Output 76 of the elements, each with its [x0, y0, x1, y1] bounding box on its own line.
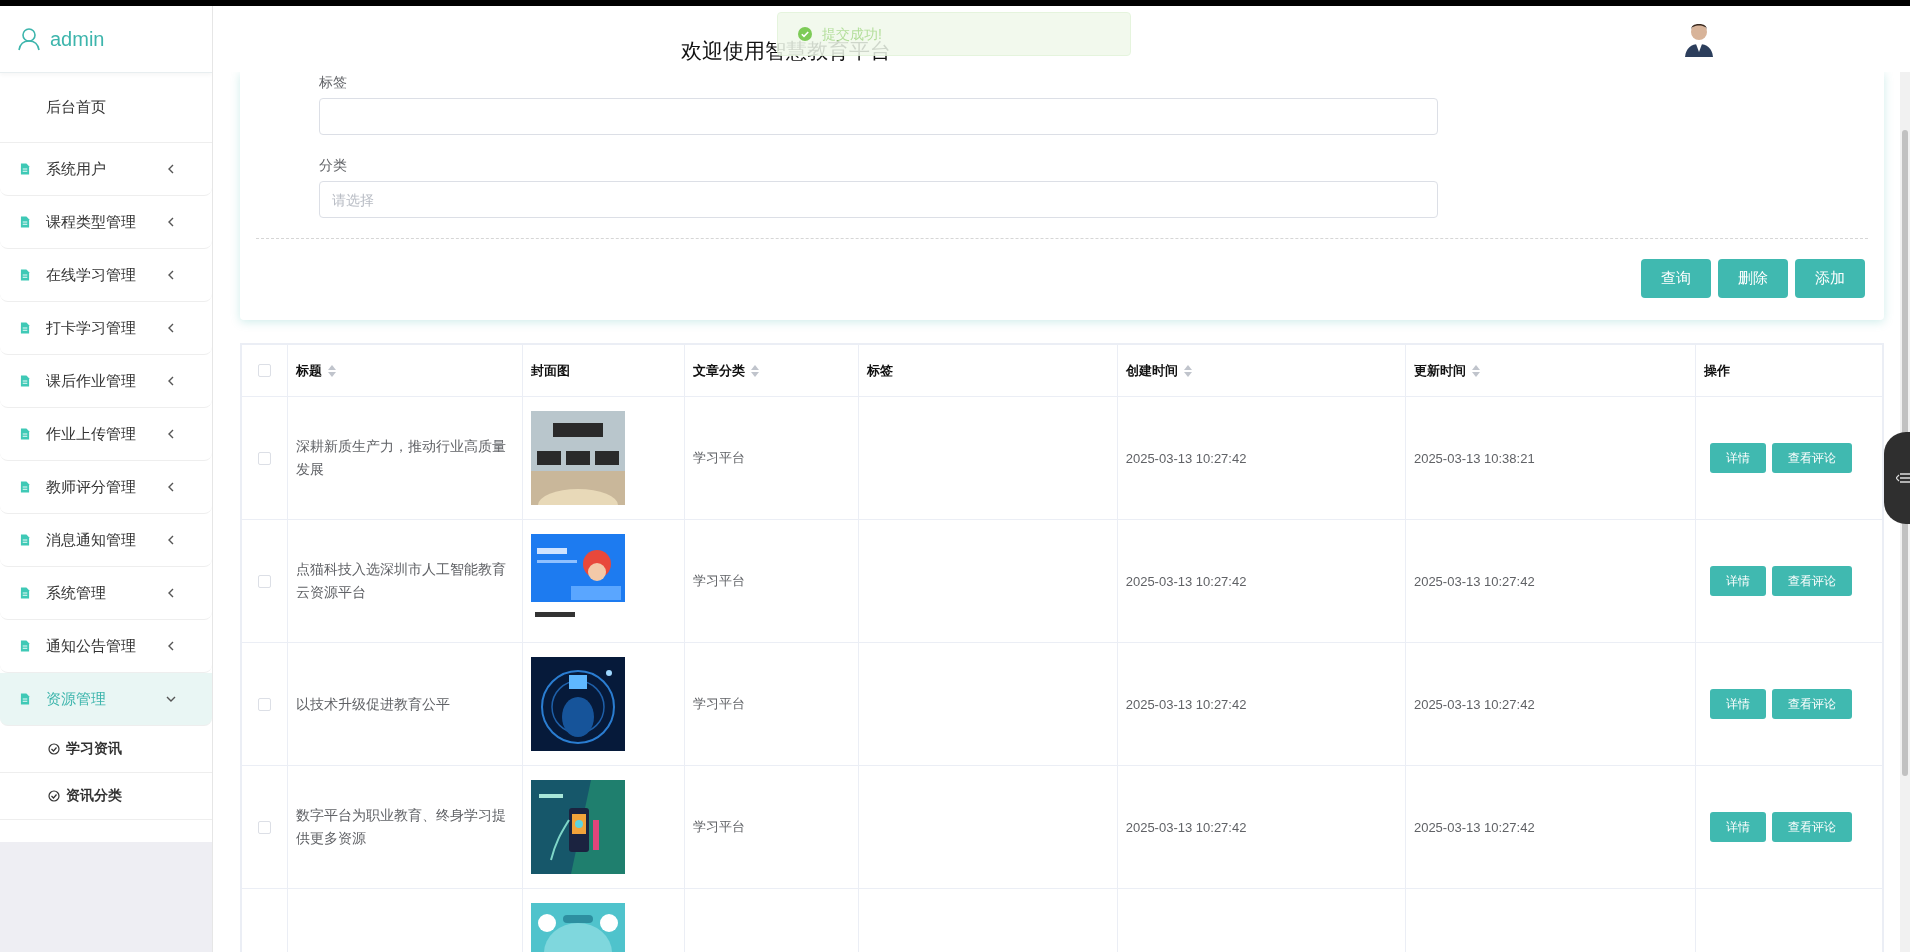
field-label: 标签 — [319, 73, 348, 92]
page-title: 欢迎使用智慧教育平台 — [681, 40, 891, 62]
table-cell: 以技术升级促进教育公平 — [287, 642, 523, 766]
document-icon — [20, 481, 30, 493]
chevron-left-icon — [166, 217, 176, 227]
chevron-left-icon — [166, 641, 176, 651]
select-all-checkbox[interactable] — [258, 364, 272, 377]
table-cell: 深耕新质生产力，推动行业高质量发展 — [287, 396, 523, 520]
column-header: 更新时间 — [1413, 361, 1466, 380]
submenu-item[interactable]: 学习资讯 — [0, 726, 212, 773]
chevron-left-icon — [166, 429, 176, 439]
table-cell: 学习平台 — [684, 765, 859, 889]
column-header: 创建时间 — [1125, 361, 1178, 380]
table-cell: 2025-03-13 10:27:42 — [1405, 642, 1696, 766]
column-header: 操作 — [1695, 344, 1883, 397]
input-field[interactable] — [319, 98, 1438, 135]
table-cell: 2025-03-13 10:27:42 — [1405, 765, 1696, 889]
table-cell: 2025-03-13 10:38:21 — [1405, 396, 1696, 520]
column-header: 封面图 — [522, 344, 685, 397]
table-cell: 2025-03-13 10:27:42 — [1117, 642, 1406, 766]
document-icon — [20, 322, 30, 334]
table-cell: 学习平台 — [684, 396, 859, 520]
side-toggle-tab[interactable] — [1884, 432, 1910, 524]
table-cell: 2025-03-13 10:27:42 — [1405, 519, 1696, 643]
menu-item[interactable]: 系统管理 — [0, 567, 212, 620]
document-icon — [20, 163, 30, 175]
document-icon — [20, 375, 30, 387]
row-checkbox[interactable] — [258, 697, 272, 711]
table-cell: 2025-03-13 10:27:42 — [1117, 396, 1406, 520]
field-label: 分类 — [319, 156, 348, 175]
chevron-left-icon — [166, 482, 176, 492]
column-header: 文章分类 — [692, 361, 745, 380]
avatar — [1684, 21, 1714, 57]
menu-item[interactable]: 后台首页 — [0, 73, 212, 143]
menu-item[interactable]: 作业上传管理 — [0, 408, 212, 461]
chevron-left-icon — [166, 535, 176, 545]
document-icon — [20, 587, 30, 599]
column-header: 标签 — [858, 344, 1118, 397]
table-cell: 点猫科技入选深圳市人工智能教育云资源平台 — [287, 519, 523, 643]
column-header: 标题 — [296, 361, 323, 380]
check-circle-icon — [48, 743, 60, 755]
menu-item[interactable]: 系统用户 — [0, 143, 212, 196]
success-icon — [798, 27, 812, 41]
document-icon — [20, 269, 30, 281]
table-cell: 数字平台为职业教育、终身学习提供更多资源 — [287, 765, 523, 889]
row-checkbox[interactable] — [258, 451, 272, 465]
table-cell: 2025-03-13 10:27:42 — [1117, 519, 1406, 643]
user-icon — [18, 27, 40, 51]
chevron-left-icon — [166, 376, 176, 386]
menu-item[interactable]: 教师评分管理 — [0, 461, 212, 514]
document-icon — [20, 428, 30, 440]
select-field[interactable]: 请选择 — [319, 181, 1438, 218]
document-icon — [20, 534, 30, 546]
chevron-left-icon — [166, 270, 176, 280]
user-name: admin — [50, 27, 105, 51]
document-icon — [20, 693, 30, 705]
menu-item[interactable]: 课后作业管理 — [0, 355, 212, 408]
menu-item[interactable]: 课程类型管理 — [0, 196, 212, 249]
document-icon — [20, 216, 30, 228]
menu-item[interactable]: 在线学习管理 — [0, 249, 212, 302]
document-icon — [20, 640, 30, 652]
row-checkbox[interactable] — [258, 820, 272, 834]
chevron-left-icon — [166, 164, 176, 174]
table-cell: 学习平台 — [684, 519, 859, 643]
row-checkbox[interactable] — [258, 574, 272, 588]
chevron-down-icon — [166, 694, 176, 704]
menu-item[interactable]: 打卡学习管理 — [0, 302, 212, 355]
check-circle-icon — [48, 790, 60, 802]
chevron-left-icon — [166, 588, 176, 598]
submenu-item[interactable]: 资讯分类 — [0, 773, 212, 820]
table-cell: 2025-03-13 10:27:42 — [1117, 765, 1406, 889]
menu-icon — [1896, 472, 1910, 484]
table-cell: 学习平台 — [684, 642, 859, 766]
menu-item[interactable]: 消息通知管理 — [0, 514, 212, 567]
chevron-left-icon — [166, 323, 176, 333]
toast-message: 提交成功! — [822, 27, 882, 41]
